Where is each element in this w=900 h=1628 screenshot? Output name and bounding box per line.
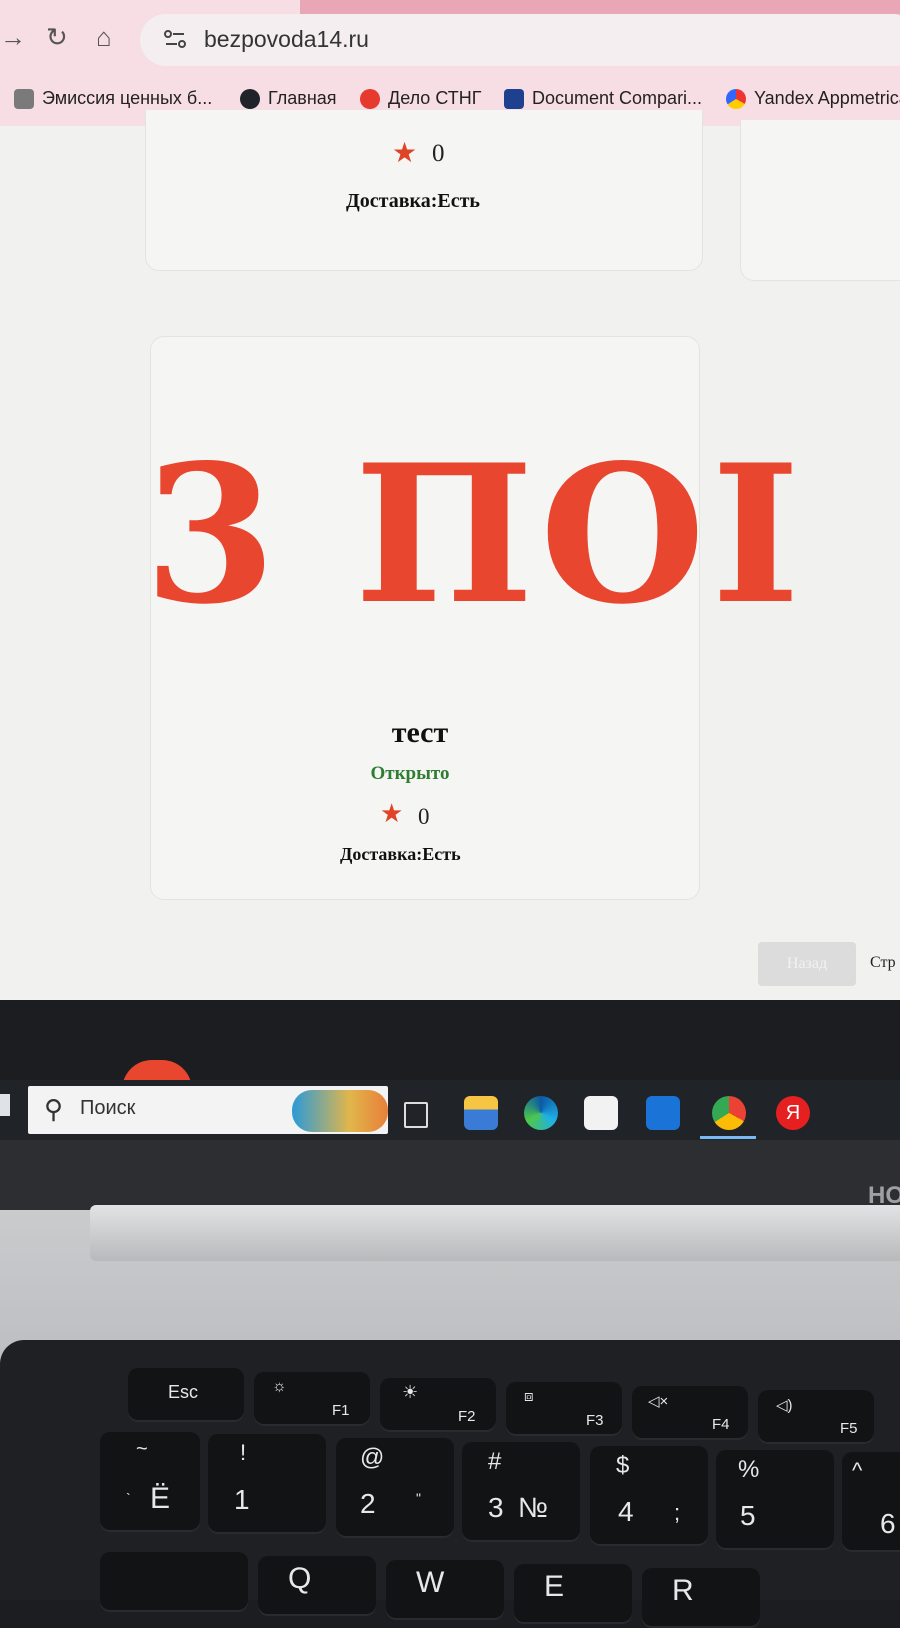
appmetrica-icon [726, 88, 746, 109]
active-app-indicator [700, 1136, 756, 1139]
rating-value: 0 [418, 804, 430, 829]
star-icon: ★ [392, 137, 418, 168]
shop-title[interactable]: тест [330, 716, 510, 750]
emblem-icon [14, 88, 34, 109]
bookmark-appmetrica[interactable]: Yandex Appmetrica [726, 88, 900, 109]
key-q[interactable]: Q [258, 1556, 376, 1616]
page-indicator: Стр [870, 954, 896, 971]
key-tab[interactable] [100, 1552, 248, 1612]
bookmark-label: Дело СТНГ [388, 88, 482, 108]
key-e[interactable]: E [514, 1564, 632, 1624]
search-icon: ⚲ [44, 1094, 64, 1124]
bookmark-document-compare[interactable]: Document Compari... [504, 88, 702, 109]
key-w[interactable]: W [386, 1560, 504, 1620]
home-icon[interactable]: ⌂ [96, 22, 112, 53]
document-icon [504, 88, 524, 109]
star-icon: ★ [380, 798, 404, 828]
chrome-icon[interactable] [712, 1096, 746, 1130]
shop-logo: 3 ПОI [144, 423, 807, 646]
bookmark-label: Главная [268, 88, 337, 108]
forward-icon[interactable]: → [0, 22, 26, 53]
key-f3[interactable]: ⧈ F3 [506, 1382, 622, 1436]
windows-start-icon[interactable] [0, 1094, 10, 1116]
task-view-icon[interactable] [404, 1102, 428, 1128]
site-info-icon[interactable] [162, 26, 188, 52]
key-esc[interactable]: Esc [128, 1368, 244, 1422]
shop-card-previous-right[interactable] [740, 120, 900, 281]
search-highlight-image [292, 1090, 388, 1132]
bookmark-emission[interactable]: Эмиссия ценных б... [14, 88, 212, 109]
search-placeholder: Поиск [80, 1097, 136, 1119]
key-f1[interactable]: ☼ F1 [254, 1372, 370, 1426]
laptop-hinge [0, 1140, 900, 1210]
url-text[interactable]: bezpovoda14.ru [204, 26, 369, 53]
delivery-text: Доставка:Есть [340, 844, 461, 864]
bookmark-delo[interactable]: Дело СТНГ [360, 88, 481, 109]
key-r[interactable]: R [642, 1568, 760, 1628]
status-badge: Открыто [370, 763, 450, 784]
key-yo[interactable]: ~ Ё ` [100, 1432, 200, 1532]
rating-value: 0 [432, 140, 445, 167]
file-explorer-icon[interactable] [464, 1096, 498, 1130]
yandex-browser-icon[interactable]: Я [776, 1096, 810, 1130]
mail-icon[interactable] [646, 1096, 680, 1130]
key-f5[interactable]: ◁) F5 [758, 1390, 874, 1444]
delivery-text: Доставка:Есть [346, 190, 481, 212]
react-icon [240, 88, 260, 109]
key-4[interactable]: $4; [590, 1446, 708, 1546]
key-f4[interactable]: ◁× F4 [632, 1386, 748, 1440]
delo-icon [360, 88, 380, 109]
bookmark-label: Document Compari... [532, 88, 703, 108]
bookmark-label: Эмиссия ценных б... [42, 88, 213, 108]
bookmark-label: Yandex Appmetrica [754, 88, 900, 108]
back-button[interactable]: Назад [758, 942, 856, 986]
key-f2[interactable]: ☀ F2 [380, 1378, 496, 1432]
key-6[interactable]: ^ 6 [842, 1452, 900, 1552]
store-icon[interactable] [584, 1096, 618, 1130]
key-3[interactable]: #3 № [462, 1442, 580, 1542]
edge-icon[interactable] [524, 1096, 558, 1130]
hinge-bar [90, 1205, 900, 1261]
bookmark-glavnaya[interactable]: Главная [240, 88, 337, 109]
key-1[interactable]: ! 1 [208, 1434, 326, 1534]
reload-icon[interactable]: ↻ [46, 22, 68, 53]
key-5[interactable]: % 5 [716, 1450, 834, 1550]
key-2[interactable]: @2 " [336, 1438, 454, 1538]
